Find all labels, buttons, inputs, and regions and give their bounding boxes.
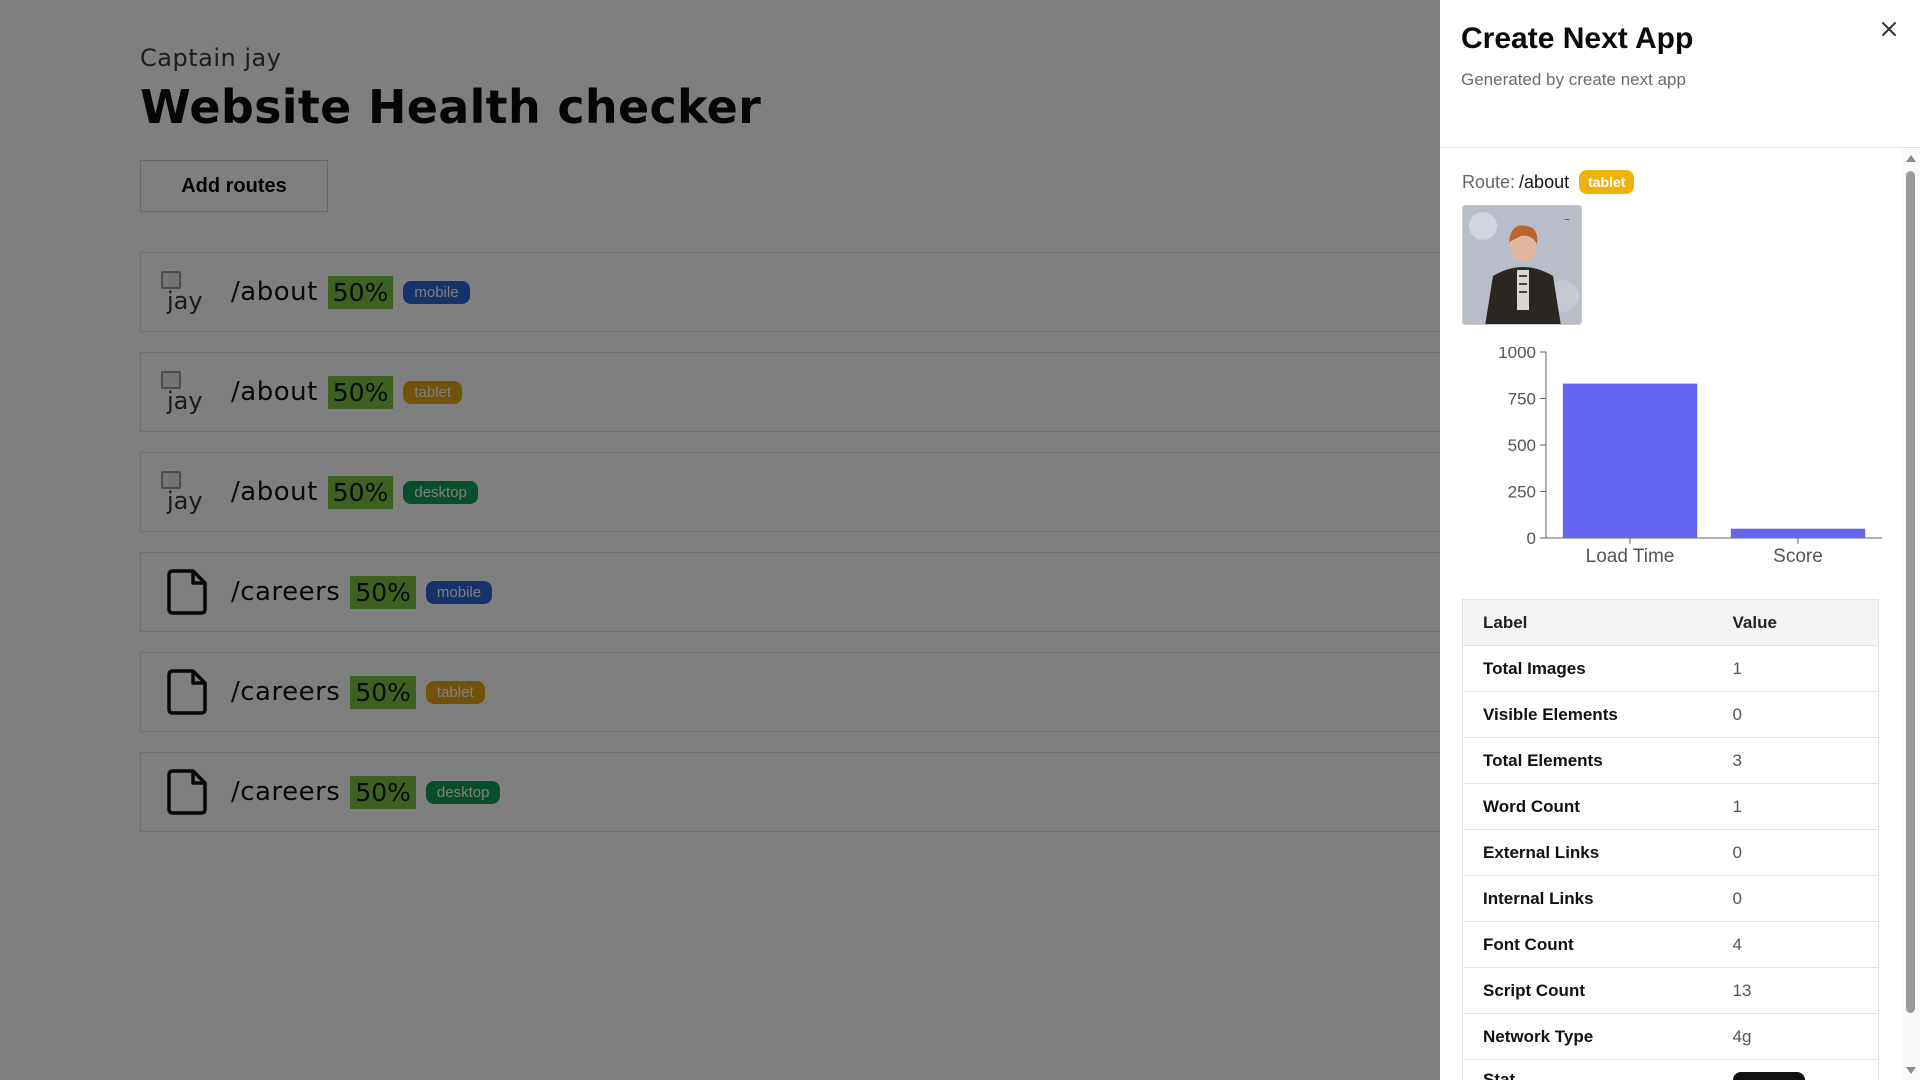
table-row: Font Count 4: [1462, 921, 1879, 968]
x-tick-label: Load Time: [1586, 546, 1675, 567]
svg-text:~: ~: [1564, 215, 1571, 224]
metric-label: Total Elements: [1462, 737, 1713, 784]
metric-value: 4: [1712, 921, 1879, 968]
metrics-table: Label Value Total Images 1 Visible Element…: [1462, 599, 1879, 1080]
metric-label: Network Type: [1462, 1013, 1713, 1060]
scroll-down-icon[interactable]: [1906, 1067, 1916, 1074]
drawer-body[interactable]: Route: /about tablet ~ 0 250 500 750 1000 Loa…: [1440, 149, 1902, 1080]
metric-label: Script Count: [1462, 967, 1713, 1014]
y-tick-label: 250: [1508, 483, 1536, 502]
metric-label: Total Images: [1462, 645, 1713, 692]
metric-label: Stat: [1462, 1059, 1713, 1080]
details-drawer: Create Next App Generated by create next…: [1440, 0, 1920, 1080]
metric-value: 4g: [1712, 1013, 1879, 1060]
table-row: External Links 0: [1462, 829, 1879, 876]
table-row: Word Count 1: [1462, 783, 1879, 830]
metric-label: Internal Links: [1462, 875, 1713, 922]
metric-value: 1: [1712, 783, 1879, 830]
table-row: Total Images 1: [1462, 645, 1879, 692]
bar-load-time: [1562, 383, 1698, 538]
column-header-value: Value: [1712, 599, 1879, 646]
y-tick-label: 0: [1527, 529, 1536, 548]
metric-value: 3: [1712, 737, 1879, 784]
bar-score: [1730, 528, 1866, 538]
metrics-chart: 0 250 500 750 1000 Load Time Score: [1462, 343, 1892, 575]
metric-label: External Links: [1462, 829, 1713, 876]
drawer-title: Create Next App: [1461, 22, 1694, 55]
scrollbar-thumb[interactable]: [1906, 171, 1915, 1013]
metric-value: 0: [1712, 875, 1879, 922]
metric-label: Visible Elements: [1462, 691, 1713, 738]
metric-value: 13: [1712, 967, 1879, 1014]
column-header-label: Label: [1462, 599, 1713, 646]
metric-label: Word Count: [1462, 783, 1713, 830]
device-badge: tablet: [1579, 170, 1635, 194]
drawer-header: Create Next App Generated by create next…: [1440, 0, 1920, 148]
x-tick-label: Score: [1773, 546, 1823, 567]
page-screenshot-thumbnail: ~: [1462, 205, 1582, 325]
status-pill: [1712, 1059, 1879, 1080]
drawer-subtitle: Generated by create next app: [1461, 70, 1686, 89]
y-tick-label: 1000: [1498, 347, 1536, 362]
close-icon[interactable]: [1878, 18, 1900, 40]
route-label: Route:: [1462, 171, 1516, 192]
metric-value: 1: [1712, 645, 1879, 692]
table-row: Total Elements 3: [1462, 737, 1879, 784]
metric-value: 0: [1712, 829, 1879, 876]
table-row: Visible Elements 0: [1462, 691, 1879, 738]
route-value: /about: [1519, 171, 1570, 192]
table-row: Internal Links 0: [1462, 875, 1879, 922]
scroll-up-icon[interactable]: [1906, 155, 1916, 162]
y-tick-label: 500: [1508, 436, 1536, 455]
table-row: Script Count 13: [1462, 967, 1879, 1014]
metric-value: 0: [1712, 691, 1879, 738]
route-info: Route: /about tablet: [1462, 170, 1902, 194]
y-tick-label: 750: [1508, 390, 1536, 409]
drawer-scrollbar[interactable]: [1901, 149, 1920, 1080]
table-header-row: Label Value: [1462, 599, 1879, 646]
table-row: Network Type 4g: [1462, 1013, 1879, 1060]
table-row: Stat: [1462, 1059, 1879, 1080]
metric-label: Font Count: [1462, 921, 1713, 968]
